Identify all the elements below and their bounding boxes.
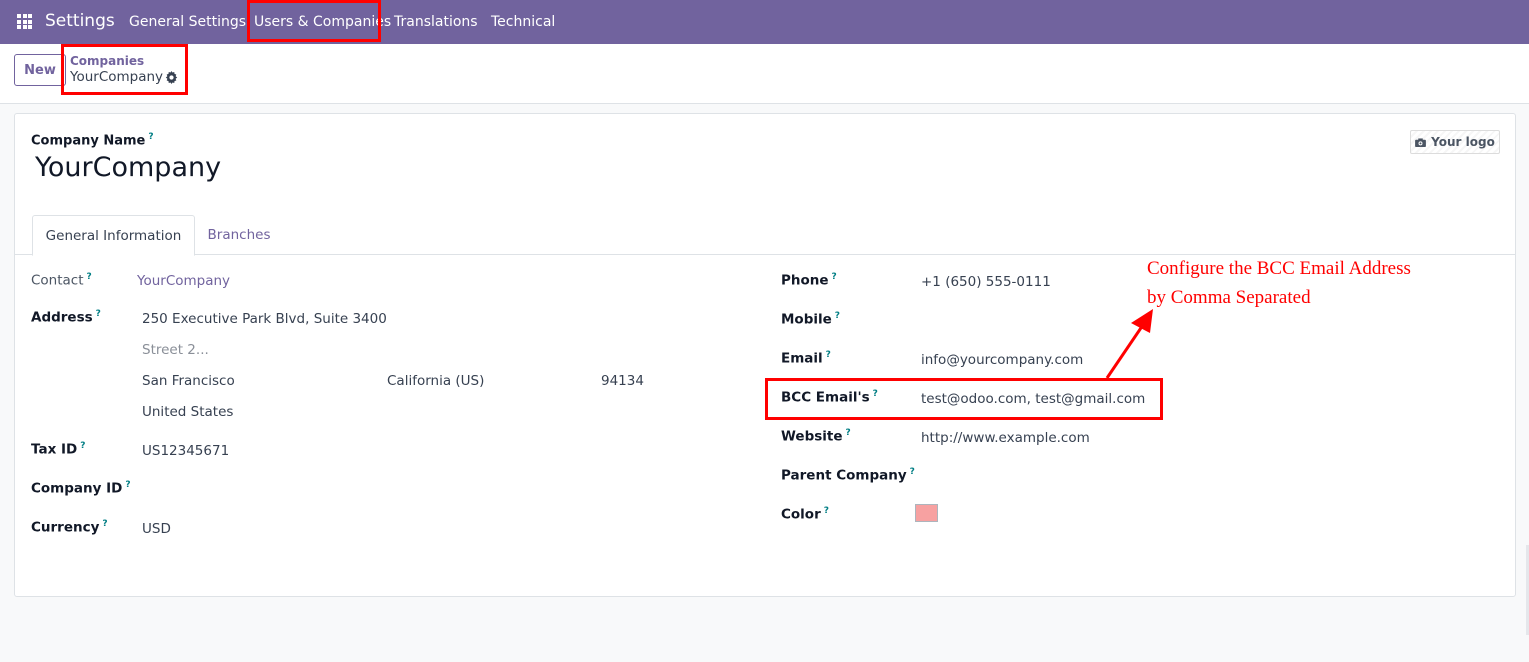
currency-label: Currency? xyxy=(31,519,108,536)
annotation-line-2: by Comma Separated xyxy=(1147,287,1311,308)
currency-label-text: Currency xyxy=(31,519,100,536)
app-name[interactable]: Settings xyxy=(45,11,115,31)
street-field[interactable]: 250 Executive Park Blvd, Suite 3400 xyxy=(142,311,387,327)
logo-label: Your logo xyxy=(1431,135,1495,149)
bcc-emails-field[interactable]: test@odoo.com, test@gmail.com xyxy=(921,391,1145,407)
phone-label: Phone? xyxy=(781,272,837,289)
email-label: Email? xyxy=(781,350,831,367)
email-label-text: Email xyxy=(781,350,823,367)
annotation-callout: Configure the BCC Email Address by Comma… xyxy=(1147,254,1411,312)
top-navbar: Settings General Settings Users & Compan… xyxy=(0,0,1529,44)
company-name-input[interactable]: YourCompany xyxy=(35,152,221,183)
help-icon[interactable]: ? xyxy=(835,311,840,321)
color-label-text: Color xyxy=(781,506,821,523)
mobile-field[interactable] xyxy=(921,313,1171,331)
menu-translations[interactable]: Translations xyxy=(394,14,478,30)
bcc-emails-label: BCC Email's? xyxy=(781,389,878,406)
currency-field[interactable]: USD xyxy=(142,521,171,537)
contact-field[interactable]: YourCompany xyxy=(137,273,230,289)
city-field[interactable]: San Francisco xyxy=(142,373,235,389)
help-icon[interactable]: ? xyxy=(832,272,837,282)
help-icon[interactable]: ? xyxy=(80,441,85,451)
help-icon[interactable]: ? xyxy=(846,428,851,438)
menu-technical[interactable]: Technical xyxy=(491,14,555,30)
help-icon[interactable]: ? xyxy=(102,519,107,529)
bcc-emails-label-text: BCC Email's xyxy=(781,389,870,406)
help-icon[interactable]: ? xyxy=(873,389,878,399)
country-field[interactable]: United States xyxy=(142,404,233,420)
company-id-label-text: Company ID xyxy=(31,480,123,497)
tab-branches[interactable]: Branches xyxy=(197,215,281,255)
website-label: Website? xyxy=(781,428,851,445)
gear-icon[interactable] xyxy=(165,71,178,84)
color-label: Color? xyxy=(781,506,829,523)
camera-icon xyxy=(1415,137,1427,147)
parent-company-field[interactable] xyxy=(921,469,1171,487)
parent-company-label-text: Parent Company xyxy=(781,467,907,484)
website-field[interactable]: http://www.example.com xyxy=(921,430,1090,446)
tax-id-label-text: Tax ID xyxy=(31,441,78,458)
email-field[interactable]: info@yourcompany.com xyxy=(921,352,1083,368)
tax-id-field[interactable]: US12345671 xyxy=(142,443,229,459)
zip-field[interactable]: 94134 xyxy=(601,373,644,389)
help-icon[interactable]: ? xyxy=(148,132,153,142)
breadcrumb-current: YourCompany xyxy=(70,69,164,85)
help-icon[interactable]: ? xyxy=(87,272,92,282)
help-icon[interactable]: ? xyxy=(826,350,831,360)
color-picker-swatch[interactable] xyxy=(915,504,938,522)
address-label-text: Address xyxy=(31,309,93,326)
logo-upload-button[interactable]: Your logo xyxy=(1410,130,1500,154)
annotation-line-1: Configure the BCC Email Address xyxy=(1147,258,1411,279)
address-label: Address? xyxy=(31,309,101,326)
parent-company-label: Parent Company? xyxy=(781,467,915,484)
menu-users-companies[interactable]: Users & Companies xyxy=(254,14,391,30)
apps-menu-icon[interactable] xyxy=(17,14,32,29)
company-id-field[interactable] xyxy=(142,482,392,500)
company-name-label: Company Name? xyxy=(31,132,154,148)
control-panel: New Companies YourCompany xyxy=(0,44,1529,104)
form-tabs: General Information Branches xyxy=(15,215,1515,256)
mobile-label-text: Mobile xyxy=(781,311,832,328)
help-icon[interactable]: ? xyxy=(96,309,101,319)
form-sheet: Company Name? YourCompany Your logo Gene… xyxy=(14,113,1516,597)
mobile-label: Mobile? xyxy=(781,311,840,328)
help-icon[interactable]: ? xyxy=(824,506,829,516)
contact-label-text: Contact xyxy=(31,272,84,289)
new-button[interactable]: New xyxy=(14,54,66,86)
help-icon[interactable]: ? xyxy=(125,480,130,490)
phone-field[interactable]: +1 (650) 555-0111 xyxy=(921,274,1051,290)
phone-label-text: Phone xyxy=(781,272,829,289)
contact-label: Contact? xyxy=(31,272,92,289)
tax-id-label: Tax ID? xyxy=(31,441,85,458)
street2-field[interactable]: Street 2... xyxy=(142,342,209,358)
breadcrumb-companies[interactable]: Companies xyxy=(70,54,144,68)
help-icon[interactable]: ? xyxy=(910,467,915,477)
company-id-label: Company ID? xyxy=(31,480,131,497)
menu-general-settings[interactable]: General Settings xyxy=(129,14,246,30)
state-field[interactable]: California (US) xyxy=(387,373,484,389)
company-name-label-text: Company Name xyxy=(31,133,146,149)
website-label-text: Website xyxy=(781,428,843,445)
tab-general-information[interactable]: General Information xyxy=(32,215,195,256)
